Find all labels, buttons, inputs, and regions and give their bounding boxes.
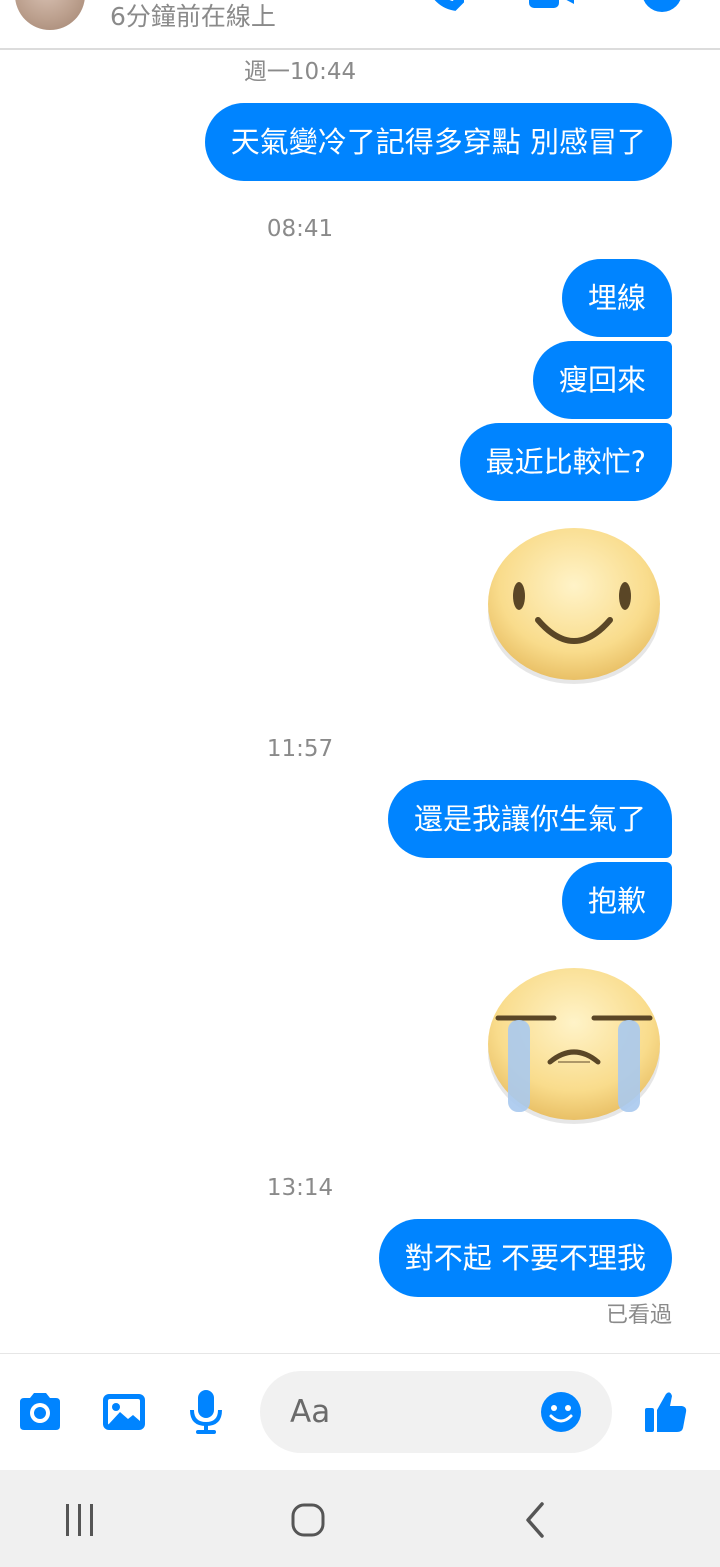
recent-apps-icon[interactable] <box>58 1498 102 1542</box>
message-timestamp: 週一10:44 <box>243 59 357 85</box>
crying-face-sticker-icon[interactable] <box>484 958 664 1128</box>
camera-icon[interactable] <box>16 1388 64 1436</box>
message-input[interactable]: Aa <box>260 1371 612 1453</box>
message-bubble[interactable]: 埋線 <box>561 259 672 337</box>
message-bubble[interactable]: 還是我讓你生氣了 <box>387 780 672 858</box>
message-input-placeholder: Aa <box>290 1394 331 1430</box>
emoji-icon[interactable] <box>540 1391 582 1433</box>
seen-receipt: 已看過 <box>605 1303 672 1328</box>
active-status: 6分鐘前在線上 <box>110 2 276 31</box>
system-navigation-bar <box>0 1470 720 1567</box>
chat-header: 6分鐘前在線上 <box>0 0 720 50</box>
back-icon[interactable] <box>514 1498 558 1542</box>
message-bubble[interactable]: 天氣變冷了記得多穿點 別感冒了 <box>204 103 672 181</box>
thumbs-up-icon[interactable] <box>642 1388 690 1436</box>
gallery-icon[interactable] <box>100 1388 148 1436</box>
info-icon[interactable] <box>642 0 682 14</box>
message-bubble[interactable]: 最近比較忙? <box>459 423 672 501</box>
video-call-icon[interactable] <box>526 0 576 14</box>
phone-icon[interactable] <box>424 0 464 14</box>
message-timestamp: 11:57 <box>266 736 334 762</box>
message-bubble[interactable]: 瘦回來 <box>532 341 672 419</box>
avatar[interactable] <box>15 0 85 30</box>
message-timestamp: 13:14 <box>266 1175 334 1201</box>
home-icon[interactable] <box>286 1498 330 1542</box>
message-timestamp: 08:41 <box>266 216 334 242</box>
message-bubble[interactable]: 抱歉 <box>561 862 672 940</box>
message-bubble[interactable]: 對不起 不要不理我 <box>378 1219 672 1297</box>
smiling-face-sticker-icon[interactable] <box>484 518 664 688</box>
message-composer: Aa <box>0 1353 720 1470</box>
microphone-icon[interactable] <box>182 1388 230 1436</box>
